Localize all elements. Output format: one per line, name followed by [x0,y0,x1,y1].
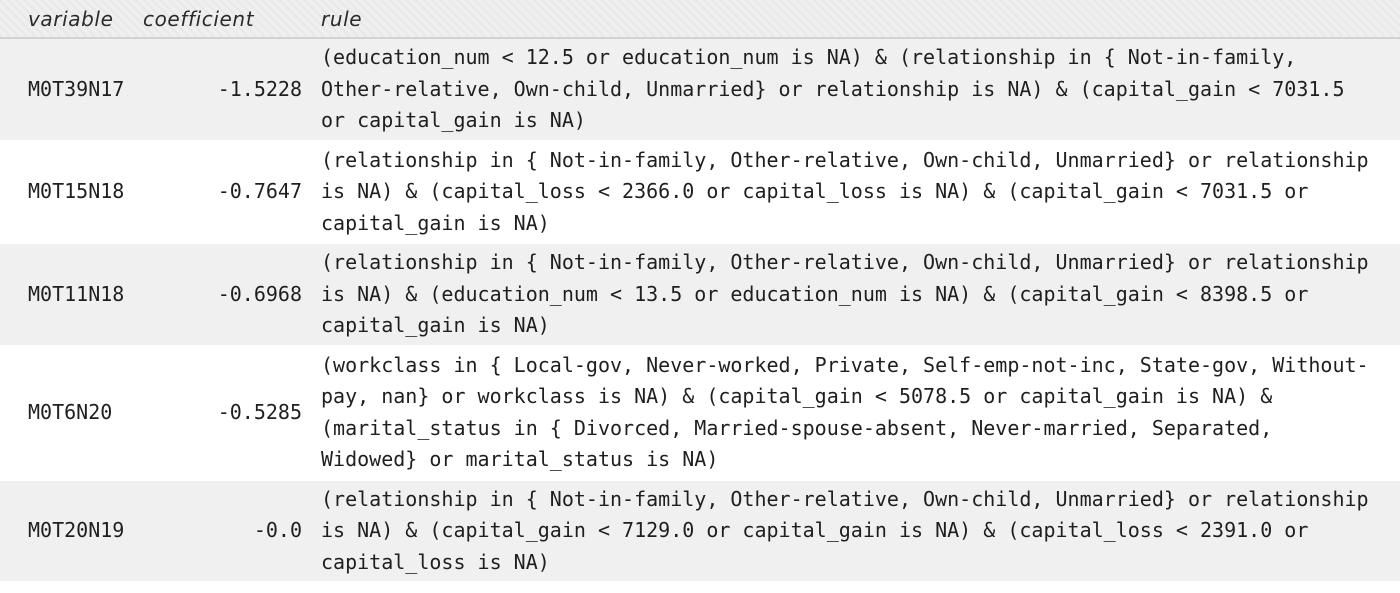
table-row: M0T20N19 -0.0 (relationship in { Not-in-… [0,479,1400,582]
coefficient-cell: -0.6968 [217,281,302,306]
rule-cell: (relationship in { Not-in-family, Other-… [321,486,1369,574]
variable-cell: M0T15N18 [28,179,125,203]
coefficient-cell: -1.5228 [217,76,302,101]
table-body: M0T39N17 -1.5228 (education_num < 12.5 o… [0,38,1400,582]
table-row: M0T39N17 -1.5228 (education_num < 12.5 o… [0,38,1400,141]
table-header: variable coefficient rule [0,0,1400,38]
header-row: variable coefficient rule [0,0,1400,38]
rules-table: variable coefficient rule M0T39N17 -1.52… [0,0,1400,583]
rule-cell: (education_num < 12.5 or education_num i… [321,45,1345,132]
variable-cell: M0T6N20 [28,399,113,424]
table-row: M0T15N18 -0.7647 (relationship in { Not-… [0,140,1400,243]
coefficient-cell: -0.0 [253,518,302,542]
rule-cell: (relationship in { Not-in-family, Other-… [321,250,1369,337]
coefficient-cell: -0.5285 [217,399,302,424]
table-row: M0T6N20 -0.5285 (workclass in { Local-go… [0,345,1400,480]
table-row: M0T11N18 -0.6968 (relationship in { Not-… [0,243,1400,346]
column-header-variable[interactable]: variable [0,0,143,38]
rule-cell: (workclass in { Local-gov, Never-worked,… [321,352,1369,472]
column-header-coefficient[interactable]: coefficient [143,0,320,38]
rule-cell: (relationship in { Not-in-family, Other-… [321,147,1369,235]
variable-cell: M0T11N18 [28,281,125,306]
column-header-rule[interactable]: rule [320,0,1400,38]
variable-cell: M0T20N19 [28,518,125,542]
coefficient-cell: -0.7647 [217,179,302,203]
variable-cell: M0T39N17 [28,76,125,101]
